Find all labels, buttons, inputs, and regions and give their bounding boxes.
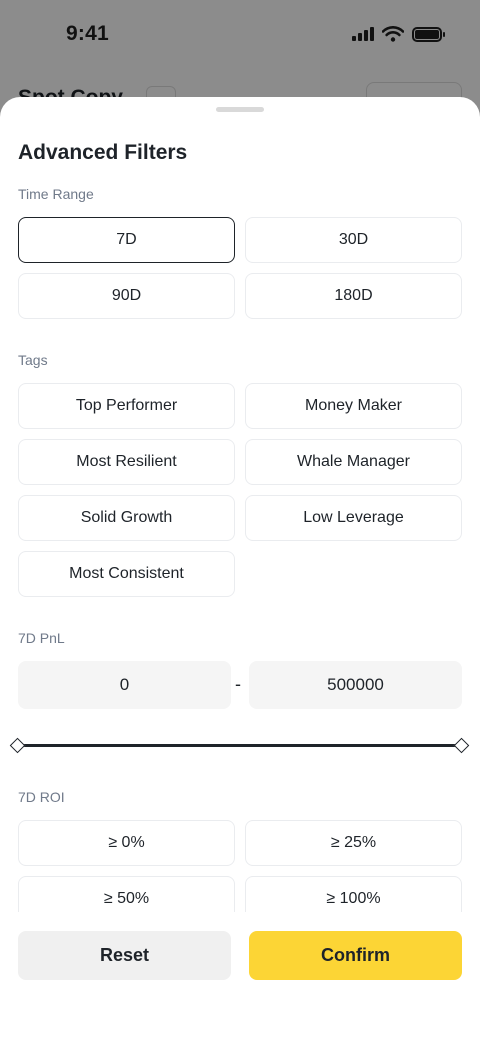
tag-solid-growth[interactable]: Solid Growth: [18, 495, 235, 541]
time-range-option-7d[interactable]: 7D: [18, 217, 235, 263]
pnl-max-input[interactable]: 500000: [249, 661, 462, 709]
cellular-signal-icon: [352, 27, 374, 41]
pnl-slider-max-handle[interactable]: [453, 737, 470, 754]
status-time: 9:41: [66, 22, 109, 45]
sheet-drag-handle[interactable]: [216, 107, 264, 112]
time-range-option-180d[interactable]: 180D: [245, 273, 462, 319]
reset-button[interactable]: Reset: [18, 931, 231, 980]
battery-icon: [412, 26, 445, 42]
time-range-label: Time Range: [18, 186, 94, 202]
pnl-slider-min-handle[interactable]: [9, 737, 26, 754]
sheet-title: Advanced Filters: [18, 141, 188, 164]
tags-label: Tags: [18, 352, 48, 368]
time-range-option-90d[interactable]: 90D: [18, 273, 235, 319]
advanced-filters-sheet: Advanced Filters Time Range 7D 30D 90D 1…: [0, 97, 480, 1040]
roi-option-0[interactable]: ≥ 0%: [18, 820, 235, 866]
pnl-label: 7D PnL: [18, 630, 65, 646]
wifi-icon: [382, 26, 404, 42]
pnl-min-input[interactable]: 0: [18, 661, 231, 709]
pnl-range-slider-track[interactable]: [18, 744, 462, 747]
time-range-option-30d[interactable]: 30D: [245, 217, 462, 263]
pnl-range-separator: -: [235, 674, 241, 694]
tag-most-consistent[interactable]: Most Consistent: [18, 551, 235, 597]
status-bar: 9:41: [0, 0, 480, 72]
tag-most-resilient[interactable]: Most Resilient: [18, 439, 235, 485]
sheet-footer: Reset Confirm: [0, 912, 480, 1040]
tag-low-leverage[interactable]: Low Leverage: [245, 495, 462, 541]
confirm-button[interactable]: Confirm: [249, 931, 462, 980]
roi-option-25[interactable]: ≥ 25%: [245, 820, 462, 866]
tag-top-performer[interactable]: Top Performer: [18, 383, 235, 429]
status-icons: [352, 26, 445, 42]
tag-money-maker[interactable]: Money Maker: [245, 383, 462, 429]
tag-whale-manager[interactable]: Whale Manager: [245, 439, 462, 485]
roi-label: 7D ROI: [18, 789, 65, 805]
